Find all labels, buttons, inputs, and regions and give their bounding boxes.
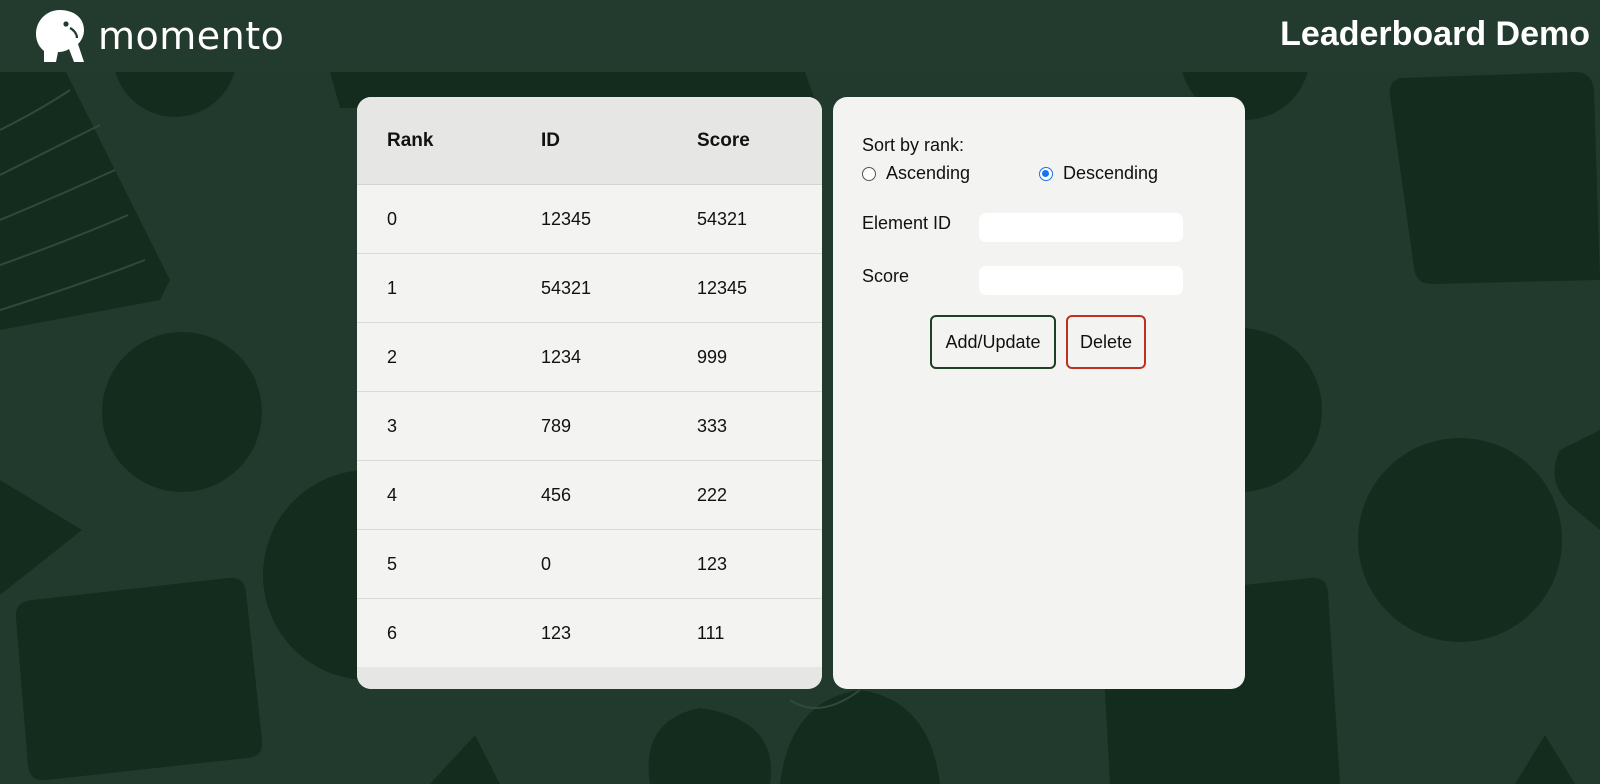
column-header-score: Score bbox=[697, 129, 750, 151]
cell-score: 12345 bbox=[697, 277, 748, 298]
table-row: 1 54321 12345 bbox=[357, 254, 822, 323]
delete-button[interactable]: Delete bbox=[1066, 315, 1146, 369]
sort-ascending-option[interactable]: Ascending bbox=[862, 163, 970, 184]
cell-id: 54321 bbox=[541, 277, 592, 298]
score-label: Score bbox=[862, 266, 910, 286]
table-row: 0 12345 54321 bbox=[357, 185, 822, 254]
cell-score: 333 bbox=[697, 415, 728, 436]
table-row: 4 456 222 bbox=[357, 461, 822, 530]
table-row: 5 0 123 bbox=[357, 530, 822, 599]
app-header: momento Leaderboard Demo bbox=[0, 0, 1600, 72]
cell-id: 456 bbox=[541, 484, 572, 505]
element-id-label: Element ID bbox=[862, 213, 952, 233]
cell-rank: 4 bbox=[387, 484, 398, 505]
score-input[interactable] bbox=[979, 266, 1183, 295]
cell-score: 54321 bbox=[697, 208, 748, 229]
element-id-input[interactable] bbox=[979, 213, 1183, 242]
cell-score: 999 bbox=[697, 346, 728, 367]
brand-name: momento bbox=[98, 14, 285, 58]
column-header-id: ID bbox=[541, 129, 560, 151]
cell-rank: 3 bbox=[387, 415, 398, 436]
cell-id: 12345 bbox=[541, 208, 592, 229]
cell-rank: 2 bbox=[387, 346, 398, 367]
column-header-rank: Rank bbox=[387, 129, 434, 151]
table-row: 6 123 111 bbox=[357, 599, 822, 668]
table-footer bbox=[357, 667, 822, 689]
sort-ascending-label: Ascending bbox=[886, 163, 971, 183]
table-row: 3 789 333 bbox=[357, 392, 822, 461]
leaderboard-table: Rank ID Score 0 12345 54321 1 54321 1234… bbox=[357, 97, 822, 689]
cell-rank: 5 bbox=[387, 553, 398, 574]
cell-rank: 1 bbox=[387, 277, 398, 298]
sort-descending-label: Descending bbox=[1063, 163, 1159, 183]
cell-id: 123 bbox=[541, 622, 572, 643]
sort-ascending-radio[interactable] bbox=[862, 166, 876, 181]
page-title: Leaderboard Demo bbox=[1280, 15, 1590, 53]
add-update-button[interactable]: Add/Update bbox=[930, 315, 1056, 369]
sort-descending-option[interactable]: Descending bbox=[1039, 163, 1158, 184]
cell-score: 123 bbox=[697, 553, 728, 574]
cell-rank: 0 bbox=[387, 208, 398, 229]
cell-score: 111 bbox=[697, 622, 725, 643]
table-header-row: Rank ID Score bbox=[357, 97, 822, 185]
controls-panel: Sort by rank: Ascending Descending Eleme… bbox=[833, 97, 1245, 689]
cell-id: 1234 bbox=[541, 346, 582, 367]
cell-score: 222 bbox=[697, 484, 728, 505]
cell-id: 0 bbox=[541, 553, 552, 574]
sort-descending-radio[interactable] bbox=[1039, 166, 1053, 181]
brand-logo[interactable]: momento bbox=[32, 8, 284, 64]
table-row: 2 1234 999 bbox=[357, 323, 822, 392]
sort-label: Sort by rank: bbox=[862, 135, 965, 155]
momento-logo-icon bbox=[36, 10, 84, 62]
cell-id: 789 bbox=[541, 415, 572, 436]
cell-rank: 6 bbox=[387, 622, 398, 643]
